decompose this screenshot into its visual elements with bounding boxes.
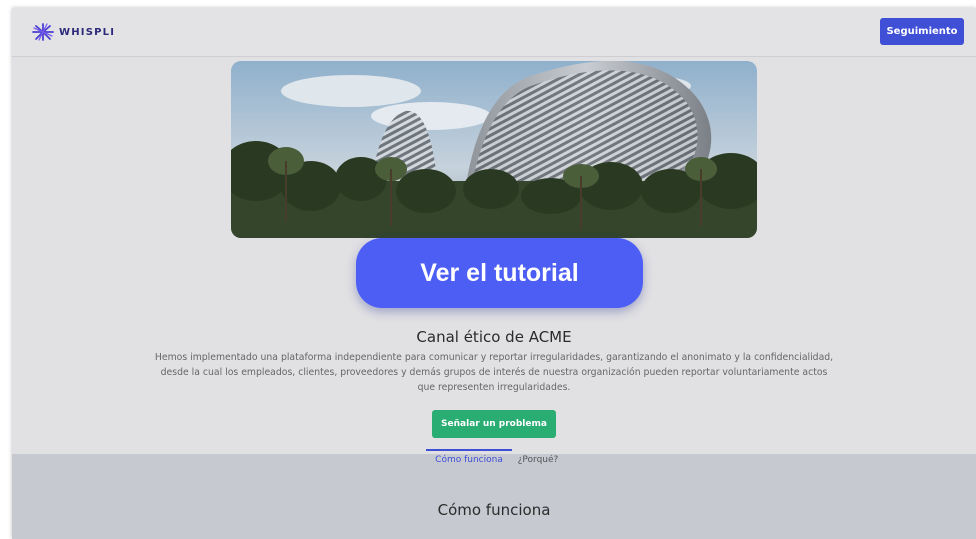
hero-image — [231, 61, 757, 238]
como-funciona-section: Cómo funciona — [12, 454, 976, 539]
seguimiento-button[interactable]: Seguimiento — [880, 18, 964, 45]
tab-como-funciona[interactable]: Cómo funciona — [426, 455, 512, 465]
whispli-starburst-icon — [32, 23, 54, 41]
tab-porque[interactable]: ¿Porqué? — [516, 455, 560, 465]
whispli-logo[interactable]: WHISPLI — [32, 23, 115, 41]
ver-tutorial-button[interactable]: Ver el tutorial — [356, 238, 643, 308]
logo-text: WHISPLI — [59, 26, 116, 38]
top-navbar: WHISPLI Seguimiento — [12, 8, 976, 57]
app-window: WHISPLI Seguimiento Ver el tutorial Cana… — [12, 8, 976, 539]
senalar-problema-button[interactable]: Señalar un problema — [432, 410, 556, 438]
hero-building-image — [231, 61, 757, 238]
page-title: Canal ético de ACME — [416, 328, 572, 346]
tab-active-indicator — [426, 449, 512, 451]
page-description: Hemos implementado una plataforma indepe… — [154, 352, 834, 393]
section-title: Cómo funciona — [437, 501, 551, 519]
